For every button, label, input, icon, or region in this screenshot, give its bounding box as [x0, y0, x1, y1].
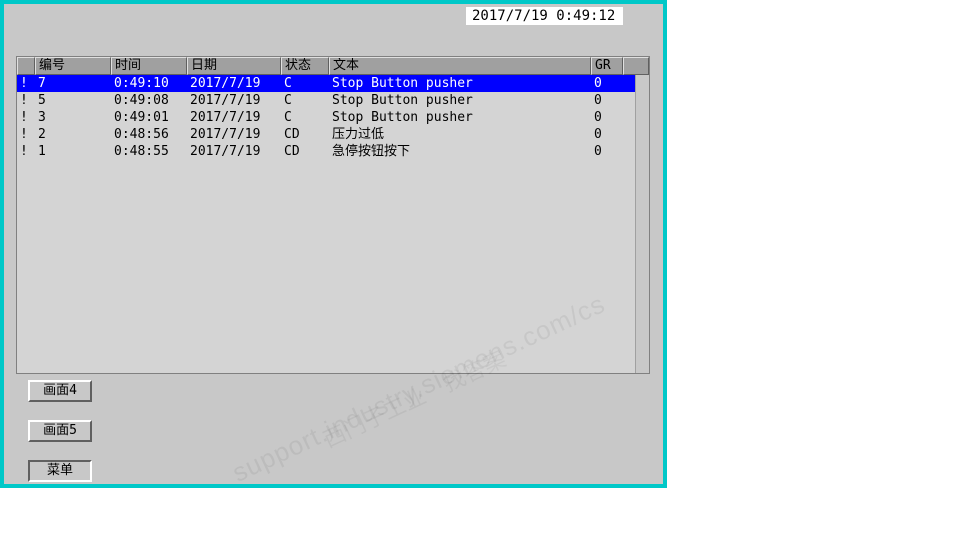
screen5-button[interactable]: 画面5 — [28, 420, 92, 442]
table-row[interactable]: !10:48:552017/7/19CD急停按钮按下0 — [17, 143, 649, 160]
col-date[interactable]: 日期 — [187, 57, 281, 75]
cell-time: 0:49:01 — [111, 109, 187, 126]
screen4-button[interactable]: 画面4 — [28, 380, 92, 402]
table-row[interactable]: !50:49:082017/7/19CStop Button pusher0 — [17, 92, 649, 109]
alarm-table-body[interactable]: !70:49:102017/7/19CStop Button pusher0!5… — [17, 75, 649, 373]
cell-gr: 0 — [591, 126, 623, 143]
cell-gr: 0 — [591, 92, 623, 109]
col-text[interactable]: 文本 — [329, 57, 591, 75]
cell-no: 7 — [35, 75, 111, 92]
cell-time: 0:48:56 — [111, 126, 187, 143]
cell-state: CD — [281, 126, 329, 143]
cell-text: Stop Button pusher — [329, 75, 591, 92]
cell-gr: 0 — [591, 109, 623, 126]
hmi-panel: 2017/7/19 0:49:12 编号 时间 日期 状态 文本 GR !70:… — [0, 0, 667, 488]
cell-date: 2017/7/19 — [187, 126, 281, 143]
table-row[interactable]: !20:48:562017/7/19CD压力过低0 — [17, 126, 649, 143]
cell-flag: ! — [17, 92, 35, 109]
cell-time: 0:49:08 — [111, 92, 187, 109]
col-state[interactable]: 状态 — [281, 57, 329, 75]
table-row[interactable]: !70:49:102017/7/19CStop Button pusher0 — [17, 75, 649, 92]
col-time[interactable]: 时间 — [111, 57, 187, 75]
cell-time: 0:49:10 — [111, 75, 187, 92]
cell-date: 2017/7/19 — [187, 92, 281, 109]
cell-flag: ! — [17, 143, 35, 160]
clock-display: 2017/7/19 0:49:12 — [466, 7, 623, 25]
col-no[interactable]: 编号 — [35, 57, 111, 75]
scrollbar-vertical[interactable] — [635, 75, 649, 373]
cell-state: C — [281, 109, 329, 126]
cell-state: CD — [281, 143, 329, 160]
cell-no: 2 — [35, 126, 111, 143]
table-row[interactable]: !30:49:012017/7/19CStop Button pusher0 — [17, 109, 649, 126]
cell-time: 0:48:55 — [111, 143, 187, 160]
cell-no: 5 — [35, 92, 111, 109]
cell-flag: ! — [17, 75, 35, 92]
cell-text: 急停按钮按下 — [329, 143, 591, 160]
cell-date: 2017/7/19 — [187, 143, 281, 160]
col-flag — [17, 57, 35, 75]
col-pad — [623, 57, 649, 75]
cell-gr: 0 — [591, 75, 623, 92]
cell-date: 2017/7/19 — [187, 109, 281, 126]
hmi-inner: 2017/7/19 0:49:12 编号 时间 日期 状态 文本 GR !70:… — [4, 4, 663, 484]
cell-text: 压力过低 — [329, 126, 591, 143]
alarm-table: 编号 时间 日期 状态 文本 GR !70:49:102017/7/19CSto… — [16, 56, 650, 374]
cell-gr: 0 — [591, 143, 623, 160]
cell-no: 1 — [35, 143, 111, 160]
cell-state: C — [281, 75, 329, 92]
cell-text: Stop Button pusher — [329, 92, 591, 109]
cell-text: Stop Button pusher — [329, 109, 591, 126]
cell-no: 3 — [35, 109, 111, 126]
menu-button[interactable]: 菜单 — [28, 460, 92, 482]
col-gr[interactable]: GR — [591, 57, 623, 75]
cell-flag: ! — [17, 126, 35, 143]
cell-state: C — [281, 92, 329, 109]
cell-date: 2017/7/19 — [187, 75, 281, 92]
alarm-table-header: 编号 时间 日期 状态 文本 GR — [17, 57, 649, 75]
cell-flag: ! — [17, 109, 35, 126]
